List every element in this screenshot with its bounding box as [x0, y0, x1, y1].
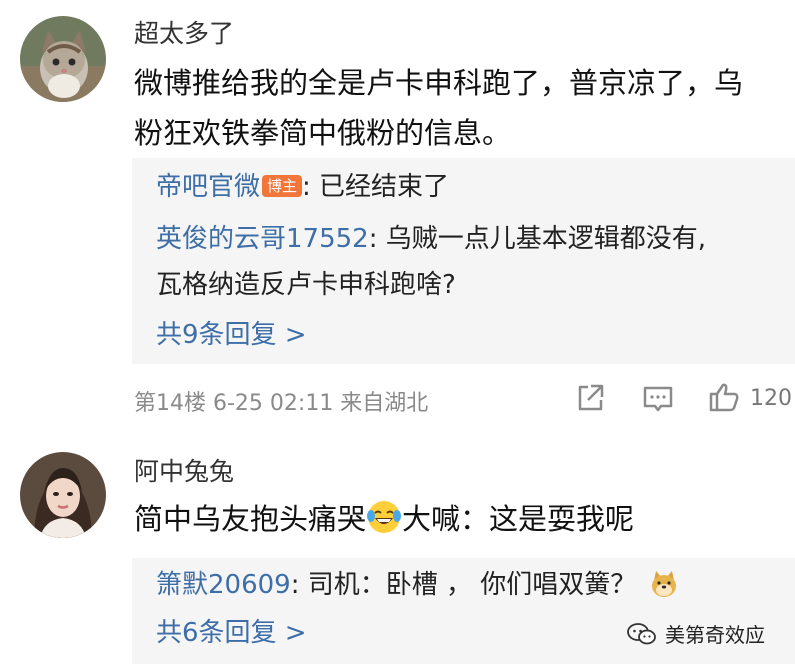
avatar[interactable]: [20, 452, 106, 538]
comment-text: 微博推给我的全是卢卡申科跑了，普京凉了，乌 粉狂欢铁拳简中俄粉的信息。: [134, 58, 777, 158]
comment-item: 超太多了 微博推给我的全是卢卡申科跑了，普京凉了，乌 粉狂欢铁拳简中俄粉的信息。…: [0, 0, 795, 430]
doge-emoji-icon: [651, 571, 676, 597]
reply-box[interactable]: 箫默20609: 司机：卧槽 ， 你们唱双簧？ 共6条回复 >: [132, 558, 795, 664]
comment-meta: 第14楼 6-25 02:11 来自湖北: [134, 391, 429, 416]
comment-text-line: 粉狂欢铁拳简中俄粉的信息。: [134, 116, 512, 150]
share-icon[interactable]: [574, 382, 606, 414]
more-replies-link[interactable]: 共9条回复 >: [156, 314, 307, 351]
reply-text: 瓦格纳造反卢卡申科跑啥?: [156, 270, 456, 300]
reply-username[interactable]: 箫默20609: [156, 570, 291, 600]
author-badge: 博主: [262, 175, 303, 197]
woman-avatar-icon: [20, 452, 106, 538]
comment-text-part: 简中乌友抱头痛哭: [134, 502, 367, 536]
reply-item: 英俊的云哥17552: 乌贼一点儿基本逻辑都没有,: [156, 216, 777, 262]
reply-text: : 已经结束了: [302, 172, 450, 202]
comment-text-part: 大喊：这是耍我呢: [402, 502, 635, 536]
reply-box[interactable]: 帝吧官微 博主: 已经结束了 英俊的云哥17552: 乌贼一点儿基本逻辑都没有, …: [132, 158, 795, 364]
reply-item: 箫默20609: 司机：卧槽 ， 你们唱双簧？: [156, 562, 777, 608]
reply-text: : 司机：卧槽 ， 你们唱双簧？: [290, 570, 637, 600]
more-replies-link[interactable]: 共6条回复 >: [156, 612, 307, 649]
reply-item-continued: 瓦格纳造反卢卡申科跑啥?: [156, 262, 777, 308]
reply-username[interactable]: 帝吧官微: [156, 172, 260, 202]
reply-username[interactable]: 英俊的云哥17552: [156, 224, 369, 254]
watermark: 美第奇效应: [627, 619, 765, 648]
comment-text-line: 微博推给我的全是卢卡申科跑了，普京凉了，乌: [134, 66, 744, 100]
avatar[interactable]: [20, 16, 106, 102]
wechat-icon: [627, 622, 656, 644]
reply-text: : 乌贼一点儿基本逻辑都没有,: [368, 224, 707, 254]
comment-text: 简中乌友抱头痛哭 大喊：这是耍我呢: [134, 494, 777, 544]
laughing-crying-emoji-icon: [367, 501, 402, 533]
kitten-avatar-icon: [20, 16, 106, 102]
comment-username[interactable]: 超太多了: [134, 14, 234, 50]
reply-item: 帝吧官微 博主: 已经结束了: [156, 164, 777, 210]
watermark-text: 美第奇效应: [665, 623, 765, 647]
comment-username[interactable]: 阿中兔兔: [134, 452, 234, 488]
comment-icon[interactable]: [642, 383, 674, 415]
like-icon[interactable]: [708, 381, 740, 413]
like-count: 120: [750, 386, 792, 411]
